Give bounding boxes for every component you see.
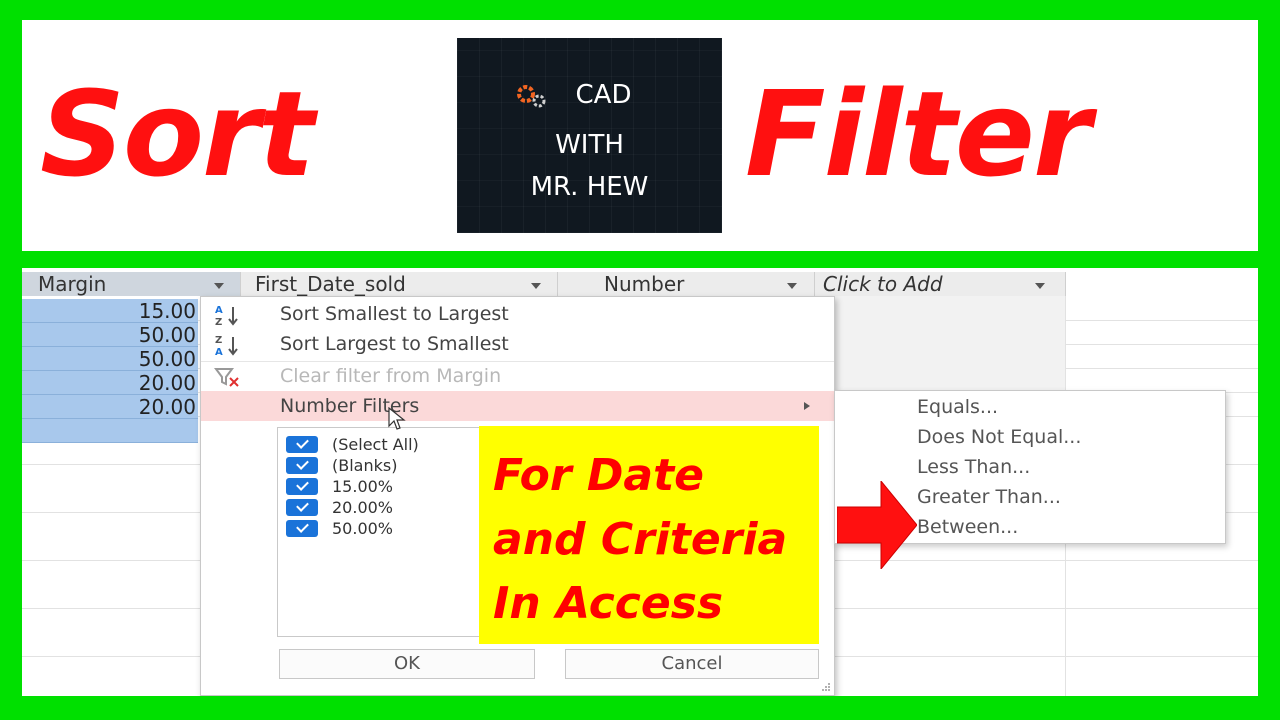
logo-line-cad: CAD (575, 80, 632, 110)
datasheet-view: Margin First_Date_sold Number Click to A… (22, 268, 1258, 696)
callout-line: and Criteria (493, 514, 788, 565)
filter-title: Filter (745, 65, 1091, 203)
callout-box: For Date and Criteria In Access (479, 426, 819, 644)
checklist-item-label: 15.00% (332, 477, 394, 496)
sort-ascending-icon: A Z (215, 305, 238, 327)
submenu-arrow-icon (804, 402, 810, 410)
dropdown-arrow-icon[interactable] (531, 283, 541, 289)
column-header-label: Margin (38, 272, 107, 296)
column-header-first-date-sold[interactable]: First_Date_sold (241, 272, 558, 296)
svg-text:A: A (215, 305, 223, 316)
menu-item-number-filters[interactable]: Number Filters (201, 391, 834, 421)
table-cell-margin[interactable]: 15.00 (22, 299, 198, 323)
row-shading (833, 296, 1065, 392)
checkbox-checked-icon[interactable] (286, 478, 318, 495)
menu-item-label: Sort Largest to Smallest (280, 333, 509, 355)
sort-descending-icon: Z A (215, 335, 238, 357)
checklist-item-label: (Select All) (332, 435, 419, 454)
table-cell-margin[interactable]: 50.00 (22, 347, 198, 371)
mouse-cursor-icon (388, 407, 406, 430)
table-cell-new-row[interactable] (22, 419, 198, 443)
dropdown-arrow-icon[interactable] (1035, 283, 1045, 289)
column-header-number[interactable]: Number (558, 272, 815, 296)
channel-logo: CAD WITH MR. HEW (457, 38, 722, 233)
menu-item-sort-descending[interactable]: Z A Sort Largest to Smallest (201, 329, 834, 359)
table-cell-margin[interactable]: 20.00 (22, 371, 198, 395)
sort-title: Sort (40, 65, 315, 203)
submenu-item-between[interactable]: Between... (917, 512, 1018, 542)
checklist-item-label: (Blanks) (332, 456, 398, 475)
checkbox-checked-icon[interactable] (286, 436, 318, 453)
table-cell-margin[interactable]: 20.00 (22, 395, 198, 419)
logo-line-mr-hew: MR. HEW (530, 172, 649, 202)
menu-item-sort-ascending[interactable]: A Z Sort Smallest to Largest (201, 299, 834, 329)
red-arrow-icon (837, 481, 917, 569)
column-header-label: Click to Add (823, 272, 943, 296)
cancel-button[interactable]: Cancel (565, 649, 819, 679)
submenu-item-less-than[interactable]: Less Than... (917, 452, 1030, 482)
checklist-item-label: 50.00% (332, 519, 394, 538)
callout-line: In Access (493, 578, 724, 629)
dropdown-arrow-icon[interactable] (214, 283, 224, 289)
checkbox-checked-icon[interactable] (286, 520, 318, 537)
checkbox-checked-icon[interactable] (286, 457, 318, 474)
callout-line: For Date (493, 450, 704, 501)
checkbox-checked-icon[interactable] (286, 499, 318, 516)
svg-text:A: A (215, 347, 223, 357)
column-header-click-to-add[interactable]: Click to Add (815, 272, 1066, 296)
column-header-margin[interactable]: Margin (22, 272, 241, 296)
ok-button[interactable]: OK (279, 649, 535, 679)
svg-text:Z: Z (215, 335, 222, 346)
logo-line-with: WITH (555, 130, 624, 160)
menu-item-label: Clear filter from Margin (280, 365, 502, 387)
menu-item-clear-filter[interactable]: Clear filter from Margin (201, 361, 834, 391)
checklist-item-label: 20.00% (332, 498, 394, 517)
submenu-item-greater-than[interactable]: Greater Than... (917, 482, 1061, 512)
clear-filter-icon (214, 368, 239, 387)
submenu-item-equals[interactable]: Equals... (917, 392, 998, 422)
dropdown-arrow-icon[interactable] (787, 283, 797, 289)
menu-item-label: Sort Smallest to Largest (280, 303, 509, 325)
submenu-item-does-not-equal[interactable]: Does Not Equal... (917, 422, 1081, 452)
table-cell-margin[interactable]: 50.00 (22, 323, 198, 347)
resize-grip-icon[interactable] (821, 681, 831, 691)
svg-text:Z: Z (215, 317, 222, 327)
column-header-label: First_Date_sold (255, 272, 406, 296)
column-header-label: Number (604, 272, 685, 296)
